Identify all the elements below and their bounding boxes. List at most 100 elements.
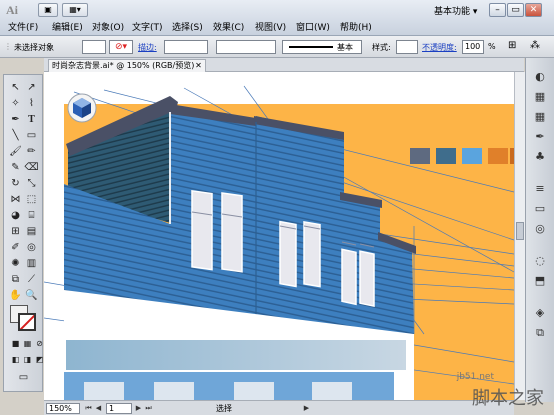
workspace-switcher[interactable]: 基本功能 ▾ bbox=[434, 4, 477, 17]
gradient-tool-icon[interactable]: ▤ bbox=[24, 225, 39, 238]
width-tool-icon[interactable]: ⋈ bbox=[8, 193, 23, 206]
rotate-tool-icon[interactable]: ↻ bbox=[8, 177, 23, 190]
prev-artboard-icon[interactable]: ◀ bbox=[94, 403, 103, 414]
scale-tool-icon[interactable]: ⤡ bbox=[24, 177, 39, 190]
vertical-scrollbar[interactable] bbox=[514, 72, 525, 400]
swatch-4 bbox=[488, 148, 508, 164]
perspective-widget-icon bbox=[67, 93, 97, 123]
menu-edit[interactable]: 编辑(E) bbox=[52, 22, 83, 34]
artboard-number[interactable]: 1 bbox=[106, 403, 132, 414]
watermark-text: 脚本之家 bbox=[472, 388, 544, 409]
menu-window[interactable]: 窗口(W) bbox=[296, 22, 330, 34]
maximize-button[interactable]: ▭ bbox=[507, 3, 524, 17]
artboard-canvas[interactable] bbox=[44, 72, 514, 400]
swatch-3 bbox=[462, 148, 482, 164]
menu-type[interactable]: 文字(T) bbox=[132, 22, 163, 34]
layers-panel-icon[interactable]: ◈ bbox=[532, 306, 548, 320]
zoom-tool-icon[interactable]: 🔍 bbox=[24, 289, 39, 302]
magic-wand-tool-icon[interactable]: ✧ bbox=[8, 97, 23, 110]
menu-view[interactable]: 视图(V) bbox=[255, 22, 286, 34]
stroke-link[interactable]: 描边: bbox=[138, 42, 157, 53]
style-dropdown[interactable] bbox=[396, 40, 418, 54]
document-setup-icon[interactable]: ⊞ bbox=[508, 40, 516, 51]
paintbrush-tool-icon[interactable]: 🖌 bbox=[8, 145, 23, 158]
swatch-2 bbox=[436, 148, 456, 164]
symbols-panel-icon[interactable]: ♣ bbox=[532, 150, 548, 164]
bridge-button[interactable]: ▣ bbox=[38, 3, 58, 17]
stroke-color-dropdown[interactable]: ⊘▾ bbox=[109, 40, 133, 54]
fill-color-dropdown[interactable] bbox=[82, 40, 106, 54]
stroke-weight-input[interactable] bbox=[164, 40, 208, 54]
watermark-url: jb51.net bbox=[456, 372, 494, 382]
menu-effect[interactable]: 效果(C) bbox=[213, 22, 244, 34]
stroke-swatch[interactable] bbox=[18, 313, 36, 331]
transparency-panel-icon[interactable]: ◎ bbox=[532, 222, 548, 236]
line-tool-icon[interactable]: ╲ bbox=[8, 129, 23, 142]
graphic-styles-icon[interactable]: ⬒ bbox=[532, 274, 548, 288]
pencil-tool-icon[interactable]: ✏ bbox=[24, 145, 39, 158]
brush-stroke-preview bbox=[289, 46, 333, 48]
workspace-label: 基本功能 bbox=[434, 7, 471, 17]
appearance-panel-icon[interactable]: ◌ bbox=[532, 254, 548, 268]
close-button[interactable]: ✕ bbox=[525, 3, 542, 17]
screen-mode-icon[interactable]: ▭ bbox=[16, 371, 31, 384]
document-tab[interactable]: 时尚杂志背景.ai* @ 150% (RGB/预览) ✕ bbox=[48, 59, 206, 72]
next-artboard-icon[interactable]: ▶ bbox=[134, 403, 143, 414]
last-artboard-icon[interactable]: ⏭ bbox=[144, 403, 153, 414]
artboards-panel-icon[interactable]: ⧉ bbox=[532, 326, 548, 340]
right-dock: ◐ ▦ ▦ ✒ ♣ ≡ ▭ ◎ ◌ ⬒ ◈ ⧉ bbox=[525, 58, 554, 402]
perspective-grid-tool-icon[interactable]: ⌸ bbox=[24, 209, 39, 222]
eraser-tool-icon[interactable]: ⌫ bbox=[24, 161, 39, 174]
direct-selection-tool-icon[interactable]: ↗ bbox=[24, 81, 39, 94]
brush-name: 基本 bbox=[337, 43, 353, 52]
artwork bbox=[44, 85, 514, 400]
gradient-band bbox=[66, 340, 406, 370]
menu-object[interactable]: 对象(O) bbox=[92, 22, 124, 34]
rectangle-tool-icon[interactable]: ▭ bbox=[24, 129, 39, 142]
gradient-panel-icon[interactable]: ▭ bbox=[532, 202, 548, 216]
brush-dropdown[interactable]: 基本 bbox=[282, 40, 362, 54]
stroke-panel-icon[interactable]: ≡ bbox=[532, 182, 548, 196]
swatch-1 bbox=[410, 148, 430, 164]
arrange-documents-button[interactable]: ▦▾ bbox=[62, 3, 88, 17]
eyedropper-tool-icon[interactable]: ✐ bbox=[8, 241, 23, 254]
first-artboard-icon[interactable]: ⏮ bbox=[84, 403, 93, 414]
scrollbar-thumb[interactable] bbox=[516, 222, 524, 240]
opacity-input[interactable]: 100 bbox=[462, 40, 484, 54]
menu-help[interactable]: 帮助(H) bbox=[340, 22, 372, 34]
status-menu-icon[interactable]: ▶ bbox=[302, 403, 311, 414]
blend-tool-icon[interactable]: ◎ bbox=[24, 241, 39, 254]
opacity-link[interactable]: 不透明度: bbox=[422, 42, 457, 53]
status-bar: 150% ⏮ ◀ 1 ▶ ⏭ 选择 ▶ bbox=[44, 400, 514, 415]
free-transform-tool-icon[interactable]: ⬚ bbox=[24, 193, 39, 206]
menu-file[interactable]: 文件(F) bbox=[8, 22, 38, 34]
mesh-tool-icon[interactable]: ⊞ bbox=[8, 225, 23, 238]
zoom-dropdown[interactable]: 150% bbox=[46, 403, 80, 414]
symbol-sprayer-tool-icon[interactable]: ✺ bbox=[8, 257, 23, 270]
shape-builder-tool-icon[interactable]: ◕ bbox=[8, 209, 23, 222]
tab-close-icon[interactable]: ✕ bbox=[194, 61, 203, 70]
blob-brush-tool-icon[interactable]: ✎ bbox=[8, 161, 23, 174]
menu-select[interactable]: 选择(S) bbox=[172, 22, 203, 34]
app-logo: Ai bbox=[6, 3, 18, 17]
style-label: 样式: bbox=[372, 43, 391, 52]
column-graph-tool-icon[interactable]: ▥ bbox=[24, 257, 39, 270]
pen-tool-icon[interactable]: ✒ bbox=[8, 113, 23, 126]
document-tabs: 时尚杂志背景.ai* @ 150% (RGB/预览) ✕ bbox=[44, 58, 524, 72]
slice-tool-icon[interactable]: ⟋ bbox=[24, 273, 39, 286]
control-bar: ⋮ 未选择对象 ⊘▾ 描边: 基本 样式: 不透明度: 100 % ⊞ ⁂ bbox=[0, 36, 554, 58]
align-icon[interactable]: ⁂ bbox=[530, 40, 540, 51]
selection-tool-icon[interactable]: ↖ bbox=[8, 81, 23, 94]
type-tool-icon[interactable]: T bbox=[24, 113, 39, 126]
minimize-button[interactable]: – bbox=[489, 3, 506, 17]
selection-status: 未选择对象 bbox=[14, 43, 54, 52]
hand-tool-icon[interactable]: ✋ bbox=[8, 289, 23, 302]
menu-bar: Ai ▣ ▦▾ 基本功能 ▾ – ▭ ✕ 文件(F) 编辑(E) 对象(O) 文… bbox=[0, 0, 554, 36]
lasso-tool-icon[interactable]: ⌇ bbox=[24, 97, 39, 110]
brushes-panel-icon[interactable]: ✒ bbox=[532, 130, 548, 144]
variable-width-dropdown[interactable] bbox=[216, 40, 276, 54]
swatches-panel-icon[interactable]: ▦ bbox=[532, 110, 548, 124]
color-guide-icon[interactable]: ▦ bbox=[532, 90, 548, 104]
artboard-tool-icon[interactable]: ⧉ bbox=[8, 273, 23, 286]
color-panel-icon[interactable]: ◐ bbox=[532, 70, 548, 84]
